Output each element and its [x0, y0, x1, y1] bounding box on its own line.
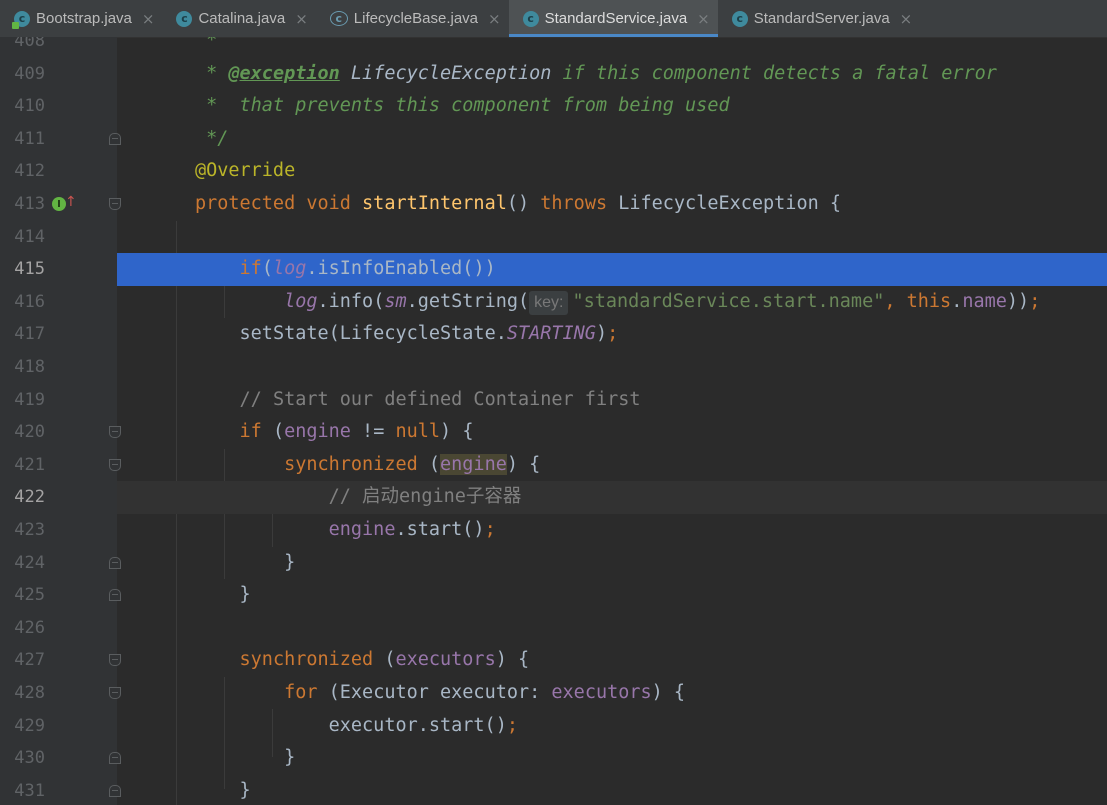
code-text[interactable]: protected void startInternal() throws Li…: [117, 188, 1107, 221]
java-class-icon: c: [176, 10, 193, 27]
code-line[interactable]: 431 }: [0, 775, 1107, 805]
code-line[interactable]: 416 log.info(sm.getString(key: "standardS…: [0, 286, 1107, 319]
code-text[interactable]: executor.start();: [117, 710, 1107, 743]
tab-standardservice[interactable]: c StandardService.java ×: [508, 0, 718, 37]
code-text[interactable]: }: [117, 579, 1107, 612]
line-number: 431: [14, 780, 45, 801]
close-icon[interactable]: ×: [697, 10, 710, 28]
code-text[interactable]: */: [117, 123, 1107, 156]
line-number: 423: [14, 520, 45, 540]
tab-standardserver[interactable]: c StandardServer.java ×: [718, 0, 921, 37]
code-line[interactable]: 425 }: [0, 579, 1107, 612]
close-icon[interactable]: ×: [900, 10, 913, 28]
line-number: 409: [14, 63, 45, 84]
code-line[interactable]: 409 * @exception LifecycleException if t…: [0, 58, 1107, 91]
code-text[interactable]: if(log.isInfoEnabled()): [117, 253, 1107, 286]
code-line[interactable]: 412 @Override: [0, 155, 1107, 188]
code-line[interactable]: 414: [0, 221, 1107, 254]
java-class-icon: c: [522, 10, 539, 27]
code-line[interactable]: 426: [0, 612, 1107, 645]
line-number: 428: [14, 683, 45, 703]
code-line[interactable]: 411 */: [0, 123, 1107, 156]
code-text[interactable]: engine.start();: [117, 514, 1107, 547]
code-text[interactable]: }: [117, 742, 1107, 775]
line-number: 414: [14, 226, 45, 247]
code-text[interactable]: log.info(sm.getString(key: "standardServi…: [117, 286, 1107, 319]
line-number: 408: [14, 37, 45, 51]
code-text[interactable]: *: [117, 37, 1107, 58]
tab-label: StandardService.java: [544, 10, 688, 27]
code-line[interactable]: 430 }: [0, 742, 1107, 775]
code-line[interactable]: 408 *: [0, 37, 1107, 58]
close-icon[interactable]: ×: [488, 10, 501, 28]
java-class-main-icon: c: [12, 10, 30, 29]
line-number: 412: [14, 161, 45, 182]
line-number: 419: [14, 389, 45, 410]
code-text[interactable]: [117, 221, 1107, 254]
code-text[interactable]: * that prevents this component from bein…: [117, 90, 1107, 123]
code-line[interactable]: 427 synchronized (executors) {: [0, 644, 1107, 677]
code-line[interactable]: 421 synchronized (engine) {: [0, 449, 1107, 482]
close-icon[interactable]: ×: [142, 10, 155, 28]
line-number: 417: [14, 324, 45, 345]
code-text[interactable]: @Override: [117, 155, 1107, 188]
tab-lifecyclebase[interactable]: c LifecycleBase.java ×: [316, 0, 509, 37]
tab-catalina[interactable]: c Catalina.java ×: [162, 0, 315, 37]
tab-label: LifecycleBase.java: [353, 10, 478, 27]
code-line[interactable]: 418: [0, 351, 1107, 384]
code-line[interactable]: 420 if (engine != null) {: [0, 416, 1107, 449]
fold-end-icon[interactable]: [109, 132, 121, 145]
line-number: 413: [14, 194, 45, 214]
code-text[interactable]: synchronized (engine) {: [117, 449, 1107, 482]
tab-label: StandardServer.java: [753, 10, 890, 27]
code-line-caret[interactable]: 422 // 启动engine子容器: [0, 481, 1107, 514]
code-text[interactable]: }: [117, 547, 1107, 580]
gutter-cell: [45, 253, 117, 286]
code-text[interactable]: if (engine != null) {: [117, 416, 1107, 449]
code-text[interactable]: setState(LifecycleState.STARTING);: [117, 318, 1107, 351]
line-number: 415: [0, 253, 45, 286]
line-number: 411: [14, 128, 45, 149]
code-text[interactable]: // 启动engine子容器: [117, 481, 1107, 514]
tab-label: Catalina.java: [198, 10, 286, 27]
arrow-up-icon[interactable]: ↑: [65, 194, 77, 210]
line-number: 421: [14, 454, 45, 475]
close-icon[interactable]: ×: [295, 10, 308, 28]
code-text[interactable]: synchronized (executors) {: [117, 644, 1107, 677]
line-number: 426: [14, 617, 45, 638]
code-line[interactable]: 429 executor.start();: [0, 710, 1107, 743]
line-number: 430: [14, 748, 45, 769]
tab-bootstrap[interactable]: c Bootstrap.java ×: [0, 0, 162, 37]
line-number: 425: [14, 585, 45, 606]
parameter-hint: key:: [529, 290, 569, 315]
line-number: 424: [14, 552, 45, 573]
tab-label: Bootstrap.java: [36, 10, 132, 27]
implements-method-icon[interactable]: I: [52, 197, 66, 211]
code-line[interactable]: 424 }: [0, 547, 1107, 580]
java-class-icon: c: [731, 10, 748, 27]
code-text[interactable]: [117, 351, 1107, 384]
code-line[interactable]: 419 // Start our defined Container first: [0, 384, 1107, 417]
code-line[interactable]: 423 engine.start();: [0, 514, 1107, 547]
line-number: 410: [14, 96, 45, 117]
code-line[interactable]: 410 * that prevents this component from …: [0, 90, 1107, 123]
code-text[interactable]: for (Executor executor: executors) {: [117, 677, 1107, 710]
code-editor[interactable]: 408 * 409 * @exception LifecycleExceptio…: [0, 37, 1107, 805]
code-text[interactable]: }: [117, 775, 1107, 805]
code-text[interactable]: * @exception LifecycleException if this …: [117, 58, 1107, 91]
code-line[interactable]: 413 I ↑ protected void startInternal() t…: [0, 188, 1107, 221]
java-abstract-class-icon: c: [329, 11, 348, 26]
code-text[interactable]: // Start our defined Container first: [117, 384, 1107, 417]
line-number: 422: [14, 487, 45, 508]
line-number: 429: [14, 715, 45, 736]
line-number: 416: [14, 291, 45, 312]
code-line[interactable]: 417 setState(LifecycleState.STARTING);: [0, 318, 1107, 351]
editor-tab-bar: c Bootstrap.java × c Catalina.java × c L…: [0, 0, 1107, 38]
code-line[interactable]: 428 for (Executor executor: executors) {: [0, 677, 1107, 710]
line-number: 427: [14, 650, 45, 671]
line-number: 418: [14, 357, 45, 377]
line-number: 420: [14, 422, 45, 443]
code-line-selected[interactable]: 415 if(log.isInfoEnabled()): [0, 253, 1107, 286]
code-text[interactable]: [117, 612, 1107, 645]
